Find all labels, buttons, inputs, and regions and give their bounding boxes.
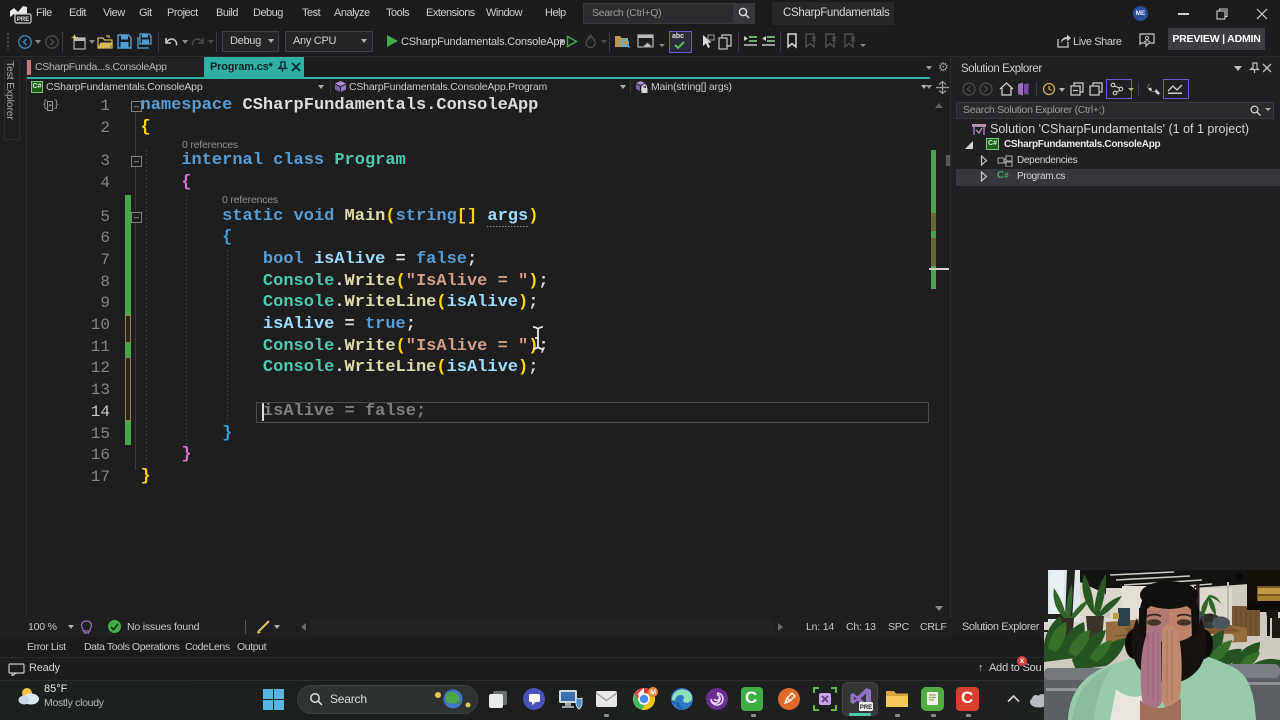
svg-text:M: M bbox=[650, 690, 656, 697]
svg-text:PRE: PRE bbox=[860, 705, 872, 711]
svg-text:PRE: PRE bbox=[17, 17, 29, 23]
